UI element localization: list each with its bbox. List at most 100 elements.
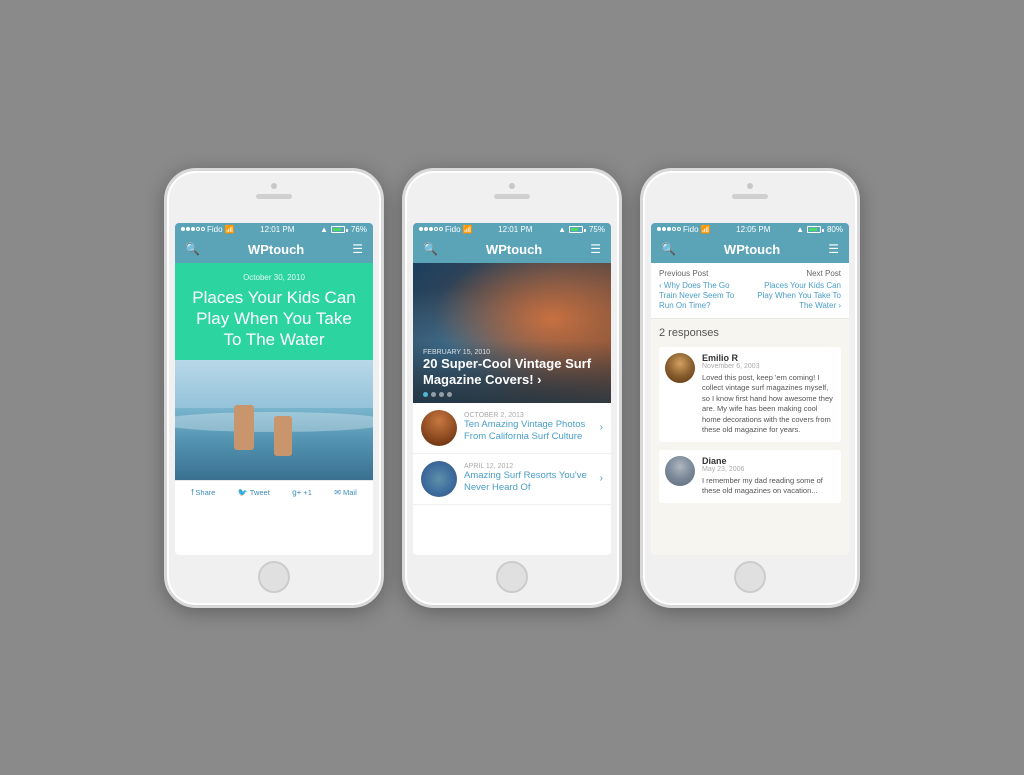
- hero-dot-1: [423, 392, 428, 397]
- article-date: October 30, 2010: [187, 273, 361, 282]
- twitter-share-button[interactable]: 🐦 Tweet: [238, 488, 270, 497]
- comment-text-2: I remember my dad reading some of these …: [702, 476, 835, 497]
- d2: [424, 227, 428, 231]
- home-button-3[interactable]: [734, 561, 766, 593]
- next-link[interactable]: Places Your Kids Can Play When You Take …: [752, 281, 841, 312]
- list-date-2: April 12, 2012: [464, 463, 593, 470]
- screen-1: Fido 📶 12:01 PM ▲ 76% 🔍: [175, 223, 373, 555]
- camera-1: [271, 183, 277, 189]
- e2: [662, 227, 666, 231]
- list-title-2: Amazing Surf Resorts You've Never Heard …: [464, 470, 593, 495]
- child1: [234, 405, 254, 450]
- status-bar-2: Fido 📶 12:01 PM ▲ 75%: [413, 223, 611, 236]
- dot4: [196, 227, 200, 231]
- phone-1: Fido 📶 12:01 PM ▲ 76% 🔍: [164, 168, 384, 608]
- hero-dot-3: [439, 392, 444, 397]
- search-icon-3[interactable]: 🔍: [661, 242, 676, 256]
- search-icon-1[interactable]: 🔍: [185, 242, 200, 256]
- e4: [672, 227, 676, 231]
- menu-icon-1[interactable]: ☰: [352, 242, 363, 256]
- battery-body-2: [569, 226, 583, 233]
- thumb1-bg: [421, 410, 457, 446]
- sky-bg: [175, 360, 373, 414]
- carrier-1: Fido: [207, 225, 223, 234]
- navbar-3: 🔍 WPtouch ☰: [651, 236, 849, 263]
- battery-pct-2: 75%: [589, 225, 605, 234]
- list-arrow-2: ›: [600, 473, 603, 484]
- battery-pct-1: 76%: [351, 225, 367, 234]
- time-3: 12:05 PM: [736, 225, 770, 234]
- google-share-button[interactable]: g+ +1: [292, 488, 312, 497]
- speaker-3: [732, 194, 768, 199]
- status-right-2: ▲ 75%: [558, 225, 605, 234]
- location-icon-2: ▲: [558, 225, 566, 234]
- comment-date-1: November 6, 2003: [702, 363, 835, 370]
- d4: [434, 227, 438, 231]
- search-icon-2[interactable]: 🔍: [423, 242, 438, 256]
- navbar-2: 🔍 WPtouch ☰: [413, 236, 611, 263]
- list-date-1: October 2, 2013: [464, 412, 593, 419]
- twitter-icon: 🐦: [238, 488, 248, 497]
- dot5: [201, 227, 205, 231]
- battery-3: [807, 226, 824, 233]
- list-title-1: Ten Amazing Vintage Photos From Californ…: [464, 419, 593, 444]
- mail-label: Mail: [343, 488, 357, 497]
- signal-dots-3: [657, 227, 681, 231]
- avatar-diane: [665, 456, 695, 486]
- water-scene: [175, 360, 373, 480]
- avatar1-bg: [665, 353, 695, 383]
- status-left-2: Fido 📶: [419, 225, 473, 234]
- battery-fill-1: [333, 228, 341, 231]
- phone-top-2: [494, 183, 530, 199]
- navbar-1: 🔍 WPtouch ☰: [175, 236, 373, 263]
- list-item-1[interactable]: October 2, 2013 Ten Amazing Vintage Phot…: [413, 403, 611, 454]
- list-item-2[interactable]: April 12, 2012 Amazing Surf Resorts You'…: [413, 454, 611, 505]
- e5: [677, 227, 681, 231]
- menu-icon-3[interactable]: ☰: [828, 242, 839, 256]
- status-left-3: Fido 📶: [657, 225, 711, 234]
- phone2-content: February 15, 2010 20 Super-Cool Vintage …: [413, 263, 611, 555]
- location-icon-3: ▲: [796, 225, 804, 234]
- hero-card[interactable]: February 15, 2010 20 Super-Cool Vintage …: [413, 263, 611, 403]
- phone-top-1: [256, 183, 292, 199]
- signal-dots-2: [419, 227, 443, 231]
- navbar-title-1: WPtouch: [248, 242, 304, 257]
- facebook-icon: f: [191, 488, 193, 497]
- list-arrow-1: ›: [600, 422, 603, 433]
- dot3: [191, 227, 195, 231]
- prev-section: Previous Post ‹ Why Does The Go Train Ne…: [659, 269, 748, 312]
- time-2: 12:01 PM: [498, 225, 532, 234]
- screen-2: Fido 📶 12:01 PM ▲ 75% 🔍: [413, 223, 611, 555]
- list-thumb-1: [421, 410, 457, 446]
- carrier-2: Fido: [445, 225, 461, 234]
- comment-name-2: Diane: [702, 456, 835, 466]
- time-1: 12:01 PM: [260, 225, 294, 234]
- dot2: [186, 227, 190, 231]
- speaker-2: [494, 194, 530, 199]
- screen-3: Fido 📶 12:05 PM ▲ 80% 🔍: [651, 223, 849, 555]
- navbar-title-2: WPtouch: [486, 242, 542, 257]
- wifi-icon-1: 📶: [225, 225, 235, 234]
- e3: [667, 227, 671, 231]
- d1: [419, 227, 423, 231]
- comment-2: Diane May 23, 2006 I remember my dad rea…: [659, 450, 841, 503]
- facebook-share-button[interactable]: f Share: [191, 488, 215, 497]
- prev-link[interactable]: ‹ Why Does The Go Train Never Seem To Ru…: [659, 281, 748, 312]
- avatar-emilio: [665, 353, 695, 383]
- article-header: October 30, 2010 Places Your Kids Can Pl…: [175, 263, 373, 361]
- phone3-content: Previous Post ‹ Why Does The Go Train Ne…: [651, 263, 849, 555]
- mail-share-button[interactable]: ✉ Mail: [334, 488, 356, 497]
- comment-name-1: Emilio R: [702, 353, 835, 363]
- battery-fill-2: [571, 228, 579, 231]
- battery-1: [331, 226, 348, 233]
- comment-1: Emilio R November 6, 2003 Loved this pos…: [659, 347, 841, 442]
- article-title: Places Your Kids Can Play When You Take …: [187, 287, 361, 351]
- home-button-2[interactable]: [496, 561, 528, 593]
- phones-container: Fido 📶 12:01 PM ▲ 76% 🔍: [134, 138, 890, 638]
- home-button-1[interactable]: [258, 561, 290, 593]
- location-icon-1: ▲: [320, 225, 328, 234]
- battery-tip-3: [822, 229, 824, 232]
- carrier-3: Fido: [683, 225, 699, 234]
- phone-top-3: [732, 183, 768, 199]
- menu-icon-2[interactable]: ☰: [590, 242, 601, 256]
